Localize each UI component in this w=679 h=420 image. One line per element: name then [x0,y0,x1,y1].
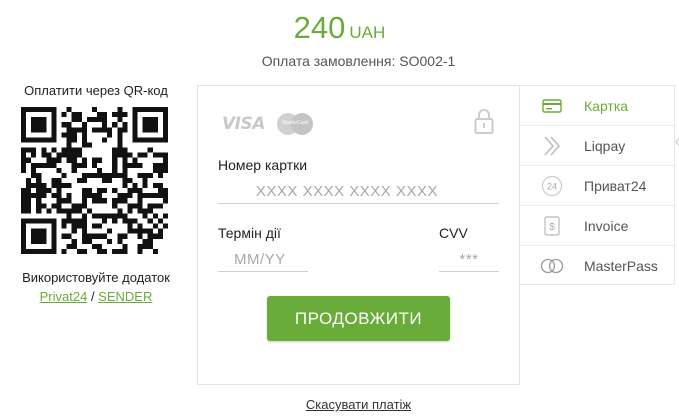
mastercard-logo: MasterCard [276,113,313,135]
method-label: Приват24 [584,177,647,194]
masterpass-icon [520,258,584,274]
invoice-icon: $ [520,215,584,236]
payment-methods: Картка Liqpay 24 Приват24 $ Invoice Mast… [520,85,675,285]
privat24-icon: 24 [520,175,584,197]
liqpay-icon [520,135,584,157]
cvv-label: CVV [439,225,468,241]
cancel-payment-link[interactable]: Скасувати платіж [0,397,679,412]
card-icon [520,98,584,113]
cvv-input[interactable] [439,248,499,272]
method-invoice[interactable]: $ Invoice [520,206,674,246]
method-label: MasterPass [584,258,658,274]
invoice-icon-text: $ [549,222,555,233]
card-number-label: Номер картки [218,157,308,173]
lock-icon [474,109,494,134]
qr-code [21,107,168,254]
qr-title: Оплатити через QR-код [24,83,168,98]
card-number-input[interactable] [218,180,499,204]
card-brand-logos: VISA MasterCard [222,113,313,135]
expiry-input[interactable] [218,248,308,272]
sender-link[interactable]: SENDER [98,289,152,304]
method-card[interactable]: Картка [520,86,674,126]
qr-app-links: Privat24 / SENDER [0,289,192,304]
method-label: Liqpay [584,137,626,154]
expiry-label: Термін дії [218,225,281,241]
qr-hint: Використовуйте додаток [22,270,170,285]
link-separator: / [87,289,99,304]
card-form: VISA MasterCard Номер картки Термін дії … [197,85,520,385]
method-label: Invoice [584,217,629,234]
method-masterpass[interactable]: MasterPass [520,246,674,286]
order-description: Оплата замовлення: SO002-1 [261,53,456,69]
method-liqpay[interactable]: Liqpay [520,126,674,166]
method-privat24[interactable]: 24 Приват24 [520,166,674,206]
visa-logo: VISA [222,114,265,134]
amount-value: 240 [293,10,346,45]
amount-currency: UAH [349,23,386,42]
privat24-link[interactable]: Privat24 [40,289,88,304]
continue-button[interactable]: ПРОДОВЖИТИ [267,296,450,341]
chevron-left-icon[interactable] [674,134,679,150]
privat24-icon-text: 24 [547,181,557,191]
payment-amount: 240 UAH [0,10,679,46]
method-label: Картка [584,97,629,114]
mastercard-logo-text: MasterCard [281,120,308,126]
